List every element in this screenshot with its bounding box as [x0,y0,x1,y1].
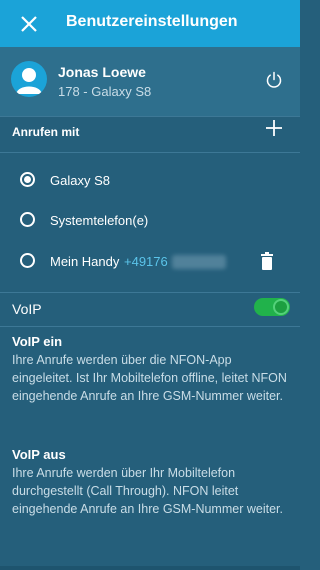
voip-off-text: Ihre Anrufe werden über Ihr Mobiltelefon… [12,466,283,516]
voip-off-heading: VoIP aus [12,447,66,462]
calling-section-header: Anrufen mit [0,116,300,152]
bottom-edge [0,566,300,570]
phone-number: +49176 [124,254,168,269]
voip-off-info: VoIP aus Ihre Anrufe werden über Ihr Mob… [12,446,292,518]
voip-on-text: Ihre Anrufe werden über die NFON-App ein… [12,353,287,403]
user-card: Jonas Loewe 178 - Galaxy S8 [0,47,300,117]
trash-icon[interactable] [260,252,274,270]
voip-label: VoIP [12,301,42,317]
voip-on-info: VoIP ein Ihre Anrufe werden über die NFO… [12,333,292,405]
voip-toggle[interactable] [254,298,290,316]
plus-icon[interactable] [265,119,283,137]
radio-button[interactable] [20,253,35,268]
option-galaxy-s8[interactable]: Galaxy S8 [0,163,300,197]
option-label: Mein Handy [50,254,120,269]
user-device: 178 - Galaxy S8 [58,84,152,99]
option-label: Systemtelefon(e) [50,213,149,228]
radio-button-selected[interactable] [20,172,35,187]
person-icon [11,61,47,97]
radio-button[interactable] [20,212,35,227]
option-mein-handy[interactable]: Mein Handy +49176 [0,244,300,278]
divider [0,326,300,327]
calling-section-label: Anrufen mit [12,125,80,139]
power-icon[interactable] [265,71,283,89]
voip-row: VoIP [0,292,300,326]
option-systemtelefon[interactable]: Systemtelefon(e) [0,203,300,237]
voip-on-heading: VoIP ein [12,334,63,349]
option-label: Galaxy S8 [50,173,110,188]
toggle-knob [273,299,289,315]
close-icon[interactable] [18,13,40,35]
app-header: Benutzereinstellungen [0,0,300,47]
divider [0,152,300,153]
page-title: Benutzereinstellungen [66,13,238,30]
redacted-number [172,255,226,269]
user-name: Jonas Loewe [58,64,146,80]
